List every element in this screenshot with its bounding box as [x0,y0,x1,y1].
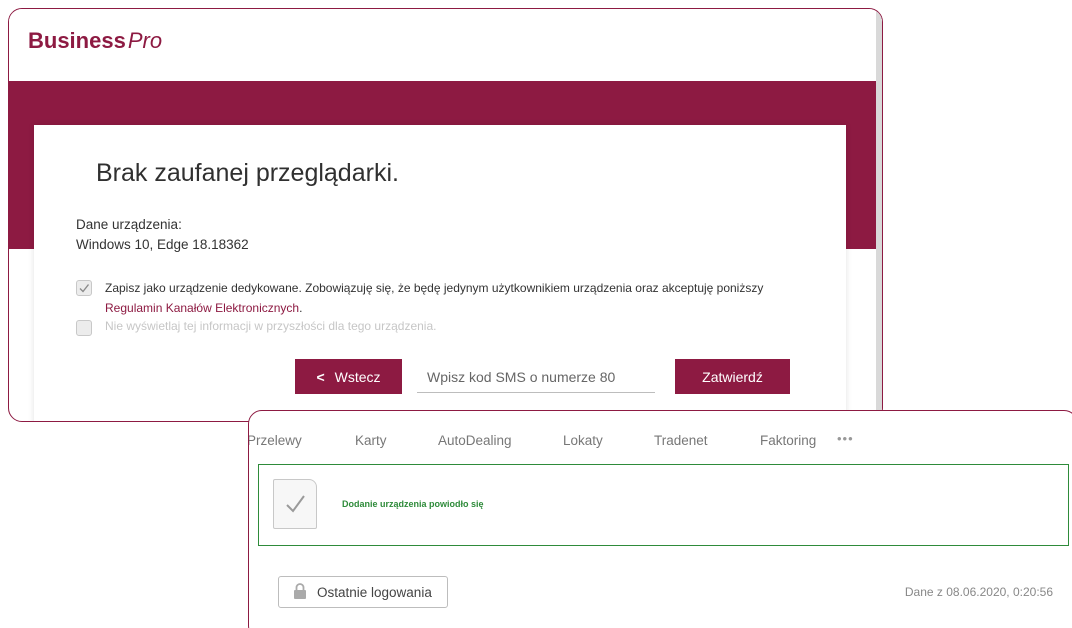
back-button-label: Wstecz [334,368,381,385]
lock-icon [293,582,307,602]
nav-item-przelewy[interactable]: Przelewy [249,433,302,448]
dedicated-device-checkbox[interactable] [76,280,92,296]
scrollbar[interactable] [876,9,882,421]
nav-item-tradenet[interactable]: Tradenet [654,433,708,448]
businesspro-logo[interactable]: BusinessPro [28,27,162,55]
checkmark-icon [79,284,90,293]
trust-browser-window: BusinessPro Brak zaufanej przeglądarki. … [8,8,883,422]
sms-code-input[interactable] [417,361,655,393]
main-nav: Przelewy Karty AutoDealing Lokaty Traden… [249,431,1072,455]
trust-card: Brak zaufanej przeglądarki. Dane urządze… [34,125,846,421]
dont-show-again-label: Nie wyświetlaj tej informacji w przyszło… [105,319,437,333]
nav-item-autodealing[interactable]: AutoDealing [438,433,512,448]
chevron-left-icon: < [316,368,325,385]
page-title: Brak zaufanej przeglądarki. [96,159,399,187]
logo-pro: Pro [127,28,163,53]
data-timestamp: Dane z 08.06.2020, 0:20:56 [904,585,1053,599]
nav-item-lokaty[interactable]: Lokaty [563,433,603,448]
regulations-link[interactable]: Regulamin Kanałów Elektronicznych [105,301,299,315]
device-value: Windows 10, Edge 18.18362 [76,237,249,252]
dashboard-window: Przelewy Karty AutoDealing Lokaty Traden… [248,410,1072,628]
dont-show-again-checkbox[interactable] [76,320,92,336]
last-logins-label: Ostatnie logowania [317,584,432,600]
nav-item-faktoring[interactable]: Faktoring [760,433,816,448]
dedicated-device-label: Zapisz jako urządzenie dedykowane. Zobow… [105,278,805,318]
success-alert: Dodanie urządzenia powiodło się [258,464,1069,546]
dedicated-device-text-end: . [299,301,303,315]
success-check-icon [273,479,317,529]
back-button[interactable]: < Wstecz [295,359,402,394]
more-menu-icon[interactable]: ••• [837,431,854,446]
confirm-button[interactable]: Zatwierdź [675,359,790,394]
last-logins-button[interactable]: Ostatnie logowania [278,576,448,608]
success-message: Dodanie urządzenia powiodło się [342,499,484,509]
device-label: Dane urządzenia: [76,217,182,232]
dedicated-device-text: Zapisz jako urządzenie dedykowane. Zobow… [105,281,764,295]
header-bar: BusinessPro [9,9,882,81]
logo-business: Business [28,28,126,53]
nav-item-karty[interactable]: Karty [355,433,387,448]
